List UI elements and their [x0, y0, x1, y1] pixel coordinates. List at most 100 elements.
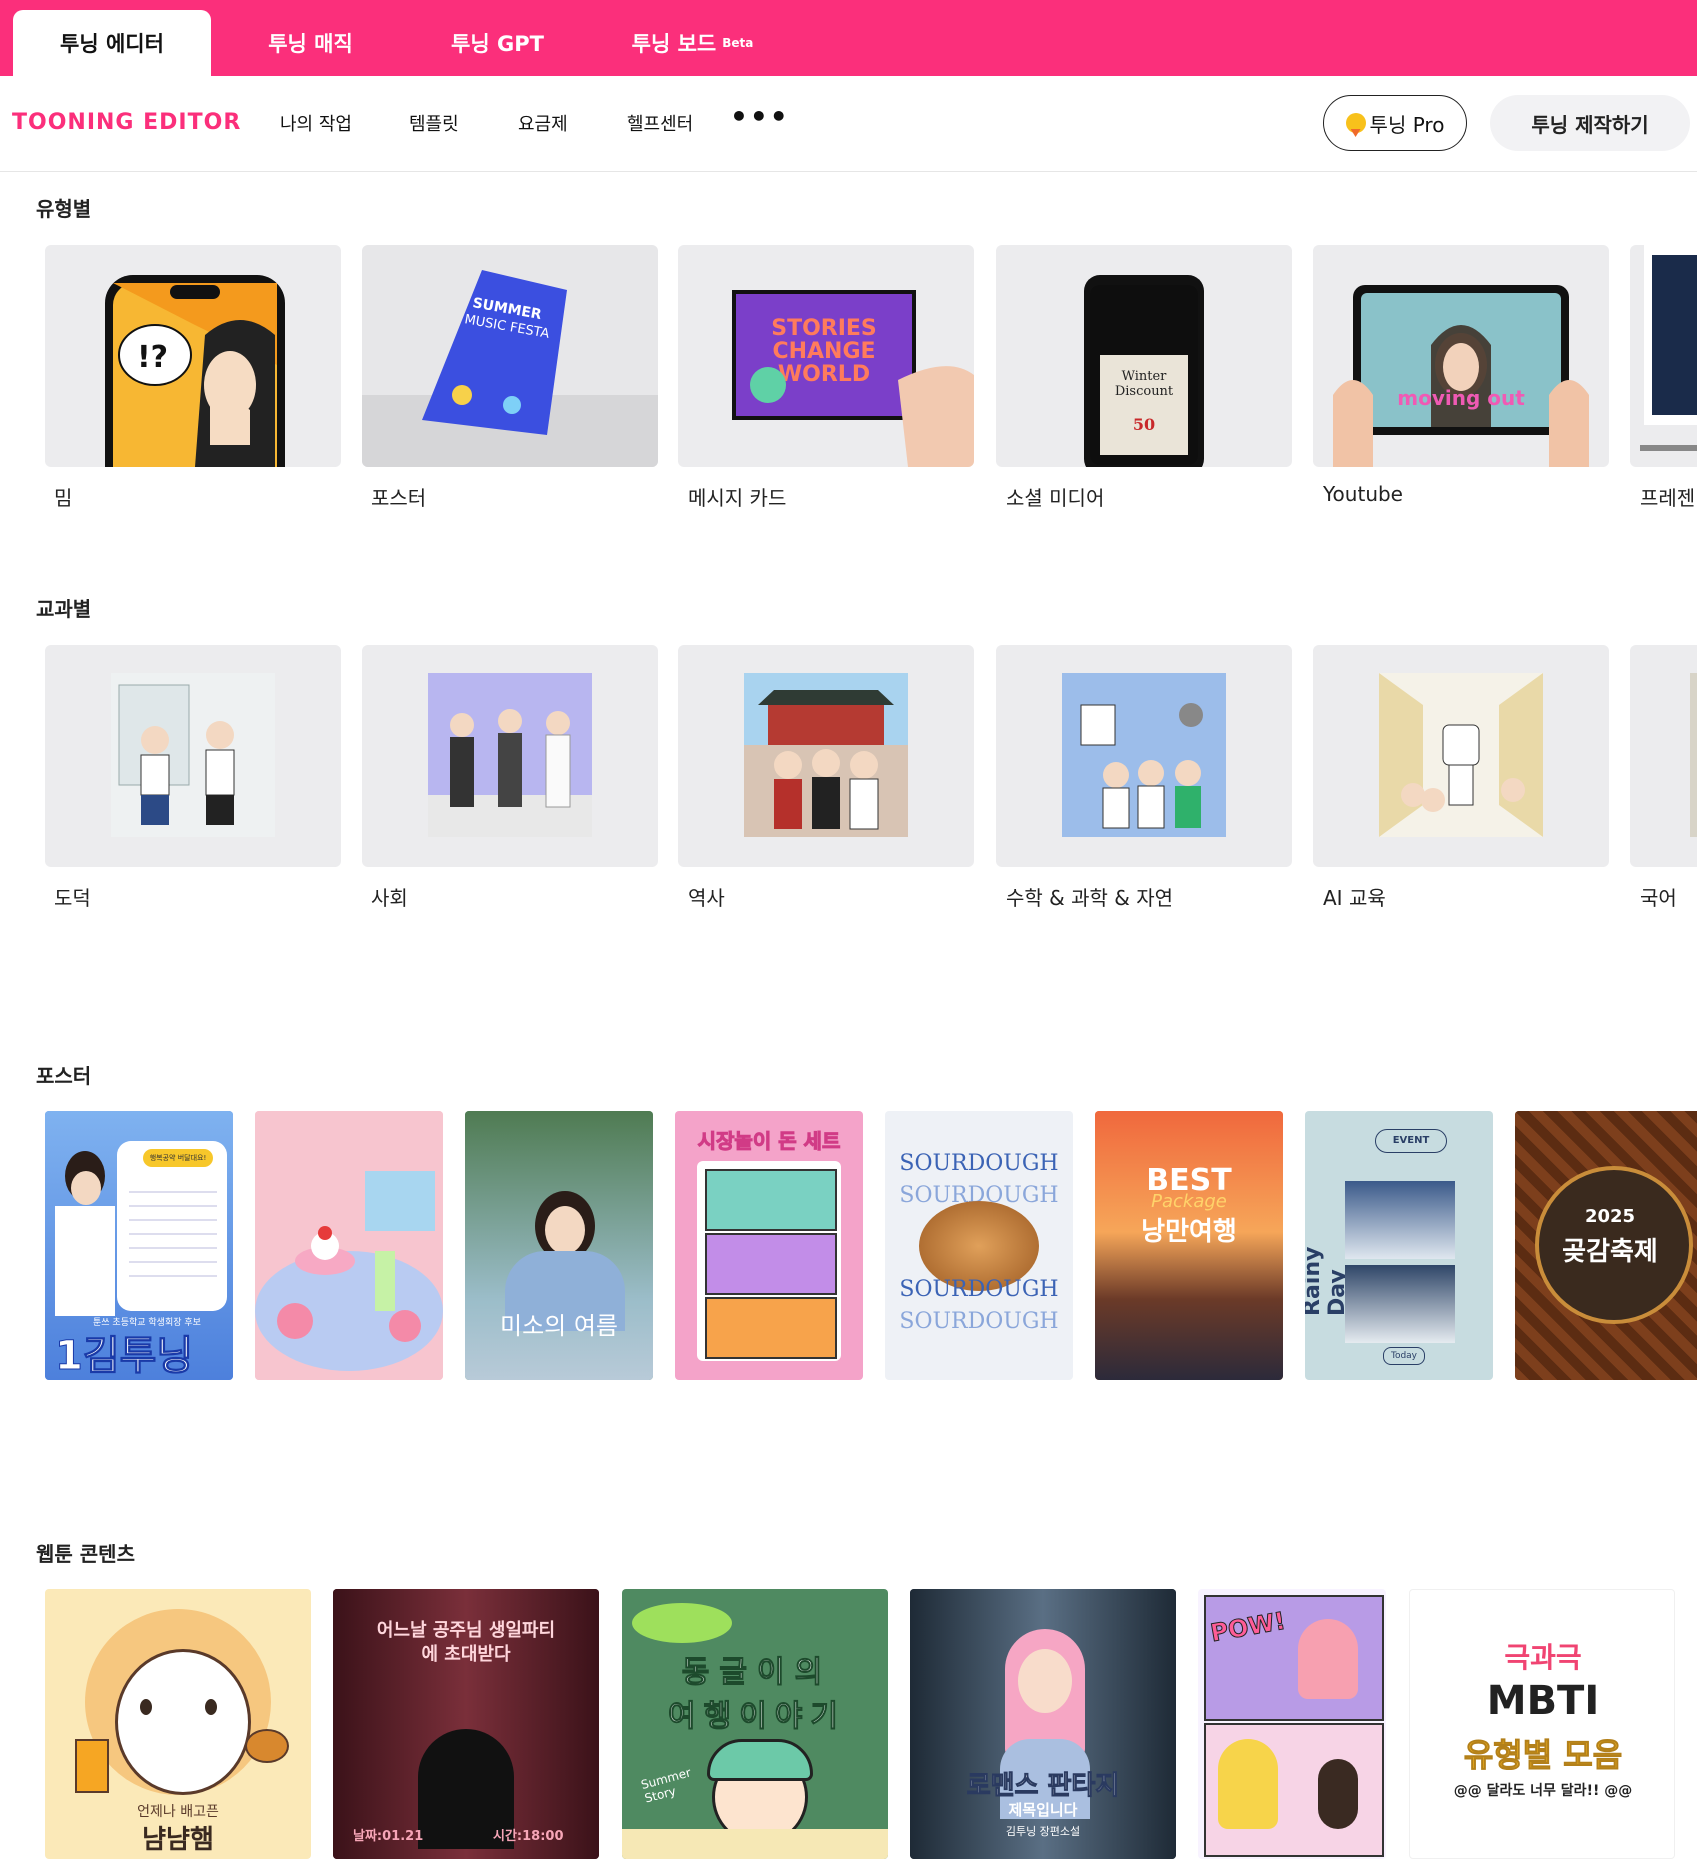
- type-card-meme[interactable]: !?: [45, 245, 341, 467]
- type-label-youtube: Youtube: [1323, 482, 1403, 506]
- create-tooning-button[interactable]: 투닝 제작하기: [1490, 95, 1690, 151]
- type-card-message-card[interactable]: STORIES CHANGE WORLD: [678, 245, 974, 467]
- webtoon-thumb-pow-comic[interactable]: POW!: [1198, 1589, 1386, 1859]
- type-card-poster[interactable]: SUMMER MUSIC FESTA: [362, 245, 658, 467]
- type-label-poster: 포스터: [371, 486, 427, 510]
- section-title-webtoon: 웹툰 콘텐츠: [36, 1542, 135, 1566]
- hamster-eye-left: [140, 1699, 152, 1715]
- tab-tooning-magic[interactable]: 투닝 매직: [228, 10, 393, 76]
- webtoon3-line1: 동글이의: [681, 1655, 833, 1691]
- girl-face: [545, 1206, 585, 1254]
- meme-phone-illustration: !?: [105, 275, 285, 467]
- poster5-word-3: SOURDOUGH: [899, 1277, 1059, 1302]
- poster-thumb-market-money[interactable]: 시장놀이 돈 세트: [675, 1111, 863, 1380]
- tab-label: 투닝 보드: [631, 32, 717, 56]
- subject-label-ai-education: AI 교육: [1323, 886, 1386, 910]
- webtoon-thumb-mbti[interactable]: 극과극 MBTI 유형별 모음 @@ 달라도 너무 달라!! @@: [1409, 1589, 1675, 1859]
- subject-label-ethics: 도덕: [54, 886, 91, 910]
- tooning-editor-logo[interactable]: TOONING EDITOR: [12, 110, 241, 135]
- hamster-body: [115, 1649, 251, 1795]
- ethics-illustration: [111, 673, 275, 837]
- dark-hair-girl: [1318, 1759, 1358, 1829]
- subject-card-math-science[interactable]: [996, 645, 1292, 867]
- poster6-package: Package: [1151, 1191, 1227, 1212]
- svg-text:WORLD: WORLD: [778, 362, 870, 387]
- student-uniform: [55, 1206, 115, 1316]
- webtoon1-subtitle: 언제나 배고픈: [137, 1804, 219, 1820]
- poster-thumb-sourdough[interactable]: SOURDOUGH SOURDOUGH SOURDOUGH SOURDOUGH: [885, 1111, 1073, 1380]
- main-navbar: TOONING EDITOR 나의 작업 템플릿 요금제 헬프센터 ••• 투닝…: [0, 76, 1697, 172]
- nav-help-center[interactable]: 헬프센터: [627, 110, 693, 136]
- tab-label: 투닝 GPT: [451, 32, 544, 56]
- poster7-today: Today: [1383, 1347, 1425, 1365]
- more-menu-icon[interactable]: •••: [730, 100, 790, 133]
- tab-tooning-gpt[interactable]: 투닝 GPT: [415, 10, 580, 76]
- poster-thumb-summer-smile[interactable]: 미소의 여름: [465, 1111, 653, 1380]
- subject-label-math-science: 수학 & 과학 & 자연: [1006, 886, 1174, 910]
- nav-pricing[interactable]: 요금제: [518, 110, 568, 136]
- webtoon-thumb-romance-fantasy[interactable]: 로맨스 판타지 제목입니다 김투닝 장편소설: [910, 1589, 1176, 1859]
- webtoon3-line2: 여행이야기: [668, 1699, 846, 1735]
- korean-illustration: [1690, 673, 1697, 837]
- type-card-youtube[interactable]: moving out: [1313, 245, 1609, 467]
- type-label-social-media: 소셜 미디어: [1006, 486, 1105, 510]
- pledge-badge: 행복공약 버달대요!: [143, 1149, 213, 1167]
- webtoon3-summer: Summer Story: [639, 1765, 693, 1806]
- poster-thumb-rainy-day[interactable]: Rainy Day EVENT Today: [1305, 1111, 1493, 1380]
- webtoon6-line3: 유형별 모음: [1463, 1736, 1623, 1775]
- society-illustration: [428, 673, 592, 837]
- svg-text:!?: !?: [137, 340, 168, 375]
- math-science-illustration: [1062, 673, 1226, 837]
- dessert-illustration: [255, 1111, 443, 1380]
- webtoon-thumb-hamster[interactable]: 언제나 배고픈 냠냠햄: [45, 1589, 311, 1859]
- poster3-title: 미소의 여름: [499, 1312, 619, 1340]
- tab-tooning-board[interactable]: 투닝 보드 Beta: [610, 10, 775, 76]
- webtoon-thumb-travel-story[interactable]: 동글이의 여행이야기 Summer Story: [622, 1589, 888, 1859]
- section-title-by-type: 유형별: [36, 197, 92, 221]
- type-card-social-media[interactable]: Winter Discount 50: [996, 245, 1292, 467]
- webtoon4-footer: 김투닝 장편소설: [1005, 1825, 1081, 1838]
- parasol: [632, 1603, 732, 1643]
- poster-thumb-romantic-trip[interactable]: BEST Package 낭만여행: [1095, 1111, 1283, 1380]
- poster-thumb-dessert[interactable]: [255, 1111, 443, 1380]
- tab-label: 투닝 매직: [268, 32, 353, 56]
- section-title-posters: 포스터: [36, 1064, 92, 1088]
- webtoon2-time: 시간:18:00: [493, 1829, 564, 1844]
- webtoon-thumb-princess-party[interactable]: 어느날 공주님 생일파티에 초대받다 날짜:01.21 시간:18:00: [333, 1589, 599, 1859]
- subject-label-korean: 국어: [1640, 886, 1677, 910]
- svg-text:Winter: Winter: [1122, 369, 1168, 384]
- drink-icon: [75, 1739, 109, 1793]
- hamster-eye-right: [205, 1699, 217, 1715]
- webtoon6-line1: 극과극: [1504, 1641, 1582, 1674]
- student-face: [71, 1171, 101, 1205]
- subject-card-ai-education[interactable]: [1313, 645, 1609, 867]
- poster-thumb-persimmon-festival[interactable]: 2025 곶감축제: [1515, 1111, 1697, 1380]
- poster-thumb-student-council[interactable]: 행복공약 버달대요! 툰쓰 초등학교 학생회장 후보 1김투닝: [45, 1111, 233, 1380]
- subject-card-history[interactable]: [678, 645, 974, 867]
- svg-text:Discount: Discount: [1115, 384, 1174, 399]
- yellow-hair-girl: [1218, 1739, 1278, 1829]
- poster5-word-1: SOURDOUGH: [899, 1151, 1059, 1176]
- create-label: 투닝 제작하기: [1531, 112, 1649, 137]
- bill-100: [705, 1169, 837, 1231]
- webtoon6-line2: MBTI: [1486, 1678, 1600, 1724]
- tooning-pro-button[interactable]: 투닝 Pro: [1323, 95, 1467, 151]
- subject-label-society: 사회: [371, 886, 408, 910]
- subject-card-society[interactable]: [362, 645, 658, 867]
- burger-icon: [245, 1729, 289, 1763]
- poster5-word-4: SOURDOUGH: [899, 1309, 1059, 1334]
- type-card-presentation[interactable]: [1630, 245, 1697, 467]
- subject-card-ethics[interactable]: [45, 645, 341, 867]
- subject-card-korean[interactable]: [1630, 645, 1697, 867]
- tab-tooning-editor[interactable]: 투닝 에디터: [13, 10, 211, 76]
- type-label-meme: 밈: [54, 486, 73, 510]
- svg-text:50: 50: [1133, 415, 1155, 434]
- webtoon6-line4: @@ 달라도 너무 달라!! @@: [1453, 1783, 1633, 1799]
- nav-my-work[interactable]: 나의 작업: [280, 110, 352, 136]
- bill-500: [705, 1297, 837, 1359]
- nav-templates[interactable]: 템플릿: [409, 110, 459, 136]
- cloud-photo-1: [1345, 1181, 1455, 1259]
- poster7-event-badge: EVENT: [1375, 1129, 1447, 1153]
- crown-icon: [1345, 113, 1366, 133]
- presentation-illustration: [1640, 245, 1697, 451]
